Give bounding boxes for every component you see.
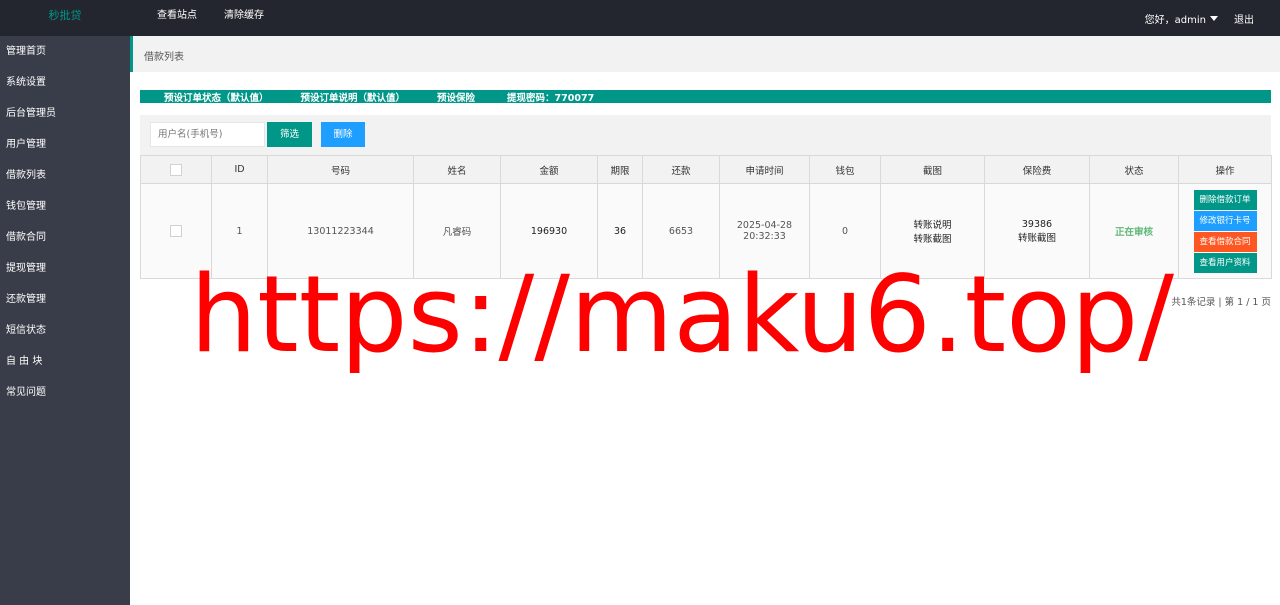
breadcrumb: 借款列表	[130, 36, 1280, 72]
sidebar: 管理首页 系统设置 后台管理员 用户管理 借款列表 钱包管理 借款合同 提现管理…	[0, 36, 130, 605]
filter-bar: 筛选 删除	[140, 115, 1271, 155]
notice-bar: 预设订单状态（默认值） 预设订单说明（默认值） 预设保险 提现密码：770077	[140, 90, 1271, 104]
clear-cache-link[interactable]: 清除缓存	[224, 0, 264, 36]
top-nav: 查看站点 清除缓存	[157, 0, 264, 36]
notice-order-status: 预设订单状态（默认值）	[164, 92, 269, 104]
username-search-input[interactable]	[150, 122, 265, 147]
apply-date: 2025-04-28	[736, 220, 793, 231]
notice-withdraw-password: 提现密码：770077	[507, 92, 595, 104]
insurance-amount: 39386	[1021, 218, 1053, 230]
sidebar-item-home[interactable]: 管理首页	[0, 36, 130, 67]
breadcrumb-label: 借款列表	[144, 52, 184, 63]
sidebar-item-sms-status[interactable]: 短信状态	[0, 315, 130, 346]
sidebar-item-users[interactable]: 用户管理	[0, 129, 130, 160]
header-screenshot: 截图	[880, 155, 985, 184]
sidebar-item-wallets[interactable]: 钱包管理	[0, 191, 130, 222]
apply-time: 20:32:33	[743, 231, 786, 242]
header-phone: 号码	[267, 155, 414, 184]
header-repay: 还款	[642, 155, 720, 184]
header-name: 姓名	[413, 155, 501, 184]
header-insurance: 保险费	[984, 155, 1090, 184]
notice-order-note: 预设订单说明（默认值）	[300, 92, 406, 104]
cell-actions: 删除借款订单 修改银行卡号 查看借款合同 查看用户资料	[1178, 183, 1272, 279]
edit-bank-card-button[interactable]: 修改银行卡号	[1193, 210, 1257, 231]
view-site-link[interactable]: 查看站点	[157, 0, 197, 36]
sidebar-item-admins[interactable]: 后台管理员	[0, 98, 130, 129]
view-contract-button[interactable]: 查看借款合同	[1193, 231, 1257, 252]
user-menu[interactable]: 您好，admin 退出	[1145, 0, 1280, 36]
table-header-row: ID 号码 姓名 金额 期限 还款 申请时间 钱包 截图 保险费 状态 操作	[140, 155, 1272, 184]
transfer-note-link[interactable]: 转账说明	[881, 217, 984, 231]
header-wallet: 钱包	[809, 155, 881, 184]
notice-insurance: 预设保险	[437, 92, 476, 104]
action-buttons: 删除借款订单 修改银行卡号 查看借款合同 查看用户资料	[1179, 189, 1271, 273]
sidebar-item-free-block[interactable]: 自 由 块	[0, 346, 130, 377]
sidebar-item-loans[interactable]: 借款列表	[0, 160, 130, 191]
header-select-all[interactable]	[140, 155, 212, 184]
delete-button[interactable]: 删除	[321, 122, 365, 147]
user-greeting[interactable]: 您好，admin	[1145, 11, 1206, 26]
watermark-url: https://maku6.top/	[190, 253, 1175, 376]
header-status: 状态	[1089, 155, 1179, 184]
filter-button[interactable]: 筛选	[267, 122, 312, 147]
sidebar-item-system-settings[interactable]: 系统设置	[0, 67, 130, 98]
header-amount: 金额	[500, 155, 598, 184]
delete-loan-order-button[interactable]: 删除借款订单	[1193, 189, 1257, 210]
header-id: ID	[211, 155, 268, 184]
sidebar-item-repayments[interactable]: 还款管理	[0, 284, 130, 315]
header-apply-time: 申请时间	[719, 155, 810, 184]
insurance-screenshot-link[interactable]: 转账截图	[985, 230, 1089, 244]
sidebar-item-withdrawals[interactable]: 提现管理	[0, 253, 130, 284]
logout-link[interactable]: 退出	[1234, 11, 1254, 26]
status-badge: 正在审核	[1114, 227, 1153, 238]
row-checkbox[interactable]	[170, 225, 182, 237]
caret-down-icon[interactable]	[1210, 15, 1218, 21]
select-all-checkbox[interactable]	[170, 163, 182, 176]
pagination-info: 共1条记录 | 第 1 / 1 页	[1171, 297, 1271, 308]
sidebar-item-faq[interactable]: 常见问题	[0, 377, 130, 408]
brand-logo[interactable]: 秒批贷	[0, 0, 130, 36]
header-term: 期限	[597, 155, 643, 184]
view-user-profile-button[interactable]: 查看用户资料	[1193, 252, 1257, 273]
sidebar-item-contracts[interactable]: 借款合同	[0, 222, 130, 253]
transfer-screenshot-link[interactable]: 转账截图	[881, 231, 984, 245]
main-content: 借款列表 预设订单状态（默认值） 预设订单说明（默认值） 预设保险 提现密码：7…	[130, 36, 1280, 605]
top-bar: 秒批贷 查看站点 清除缓存 您好，admin 退出	[0, 0, 1280, 36]
header-actions: 操作	[1178, 155, 1272, 184]
